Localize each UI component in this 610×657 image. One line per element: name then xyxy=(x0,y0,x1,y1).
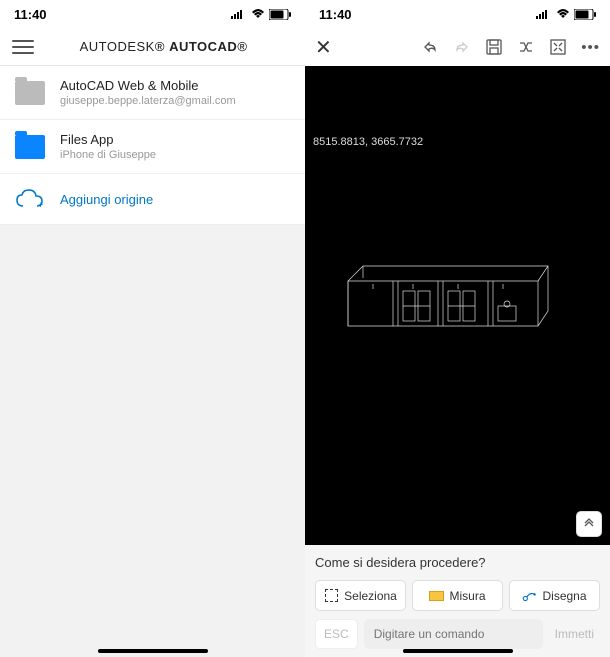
draw-label: Disegna xyxy=(542,589,586,603)
screen-file-browser: 11:40 AUTODESK® AUTOCAD® AutoCAD Web & M… xyxy=(0,0,305,657)
svg-text:+: + xyxy=(38,200,43,210)
status-bar: 11:40 xyxy=(305,0,610,28)
redo-icon[interactable] xyxy=(453,38,471,56)
status-time: 11:40 xyxy=(14,7,47,22)
command-panel: Come si desidera procedere? Seleziona Mi… xyxy=(305,545,610,657)
draw-icon xyxy=(522,588,537,603)
brand-autodesk: AUTODESK xyxy=(80,39,155,54)
list-item-autocad-web[interactable]: AutoCAD Web & Mobile giuseppe.beppe.late… xyxy=(0,66,305,120)
signal-icon xyxy=(536,9,552,19)
folder-icon xyxy=(14,134,46,160)
list-item-files-app[interactable]: Files App iPhone di Giuseppe xyxy=(0,120,305,174)
folder-icon xyxy=(14,80,46,106)
measure-button[interactable]: Misura xyxy=(412,580,503,611)
shuffle-icon[interactable] xyxy=(517,38,535,56)
status-time: 11:40 xyxy=(319,7,352,22)
status-bar: 11:40 xyxy=(0,0,305,28)
cloud-add-icon: + xyxy=(14,186,46,212)
command-input[interactable] xyxy=(364,619,543,649)
item-subtitle: iPhone di Giuseppe xyxy=(60,149,156,161)
item-title: Files App xyxy=(60,132,156,147)
select-label: Seleziona xyxy=(344,589,397,603)
more-icon[interactable]: ••• xyxy=(581,39,600,56)
item-subtitle: giuseppe.beppe.laterza@gmail.com xyxy=(60,95,236,107)
select-button[interactable]: Seleziona xyxy=(315,580,406,611)
cad-wireframe xyxy=(343,256,553,346)
battery-icon xyxy=(269,9,291,20)
command-row: ESC Immetti xyxy=(315,619,600,649)
measure-label: Misura xyxy=(449,589,485,603)
battery-icon xyxy=(574,9,596,20)
undo-icon[interactable] xyxy=(421,38,439,56)
prompt-text: Come si desidera procedere? xyxy=(315,555,600,570)
wifi-icon xyxy=(251,9,265,19)
status-icons xyxy=(536,9,596,20)
add-origin-button[interactable]: + Aggiungi origine xyxy=(0,174,305,225)
esc-button[interactable]: ESC xyxy=(315,619,358,649)
editor-toolbar: ✕ ••• xyxy=(305,28,610,66)
expand-panel-button[interactable] xyxy=(576,511,602,537)
select-icon xyxy=(324,588,339,603)
wifi-icon xyxy=(556,9,570,19)
ruler-icon xyxy=(429,588,444,603)
drawing-canvas[interactable]: 8515.8813, 3665.7732 xyxy=(305,66,610,545)
submit-button[interactable]: Immetti xyxy=(549,620,600,648)
fullscreen-icon[interactable] xyxy=(549,38,567,56)
brand-title: AUTODESK® AUTOCAD® xyxy=(34,39,293,54)
save-icon[interactable] xyxy=(485,38,503,56)
status-icons xyxy=(231,9,291,20)
app-header: AUTODESK® AUTOCAD® xyxy=(0,28,305,66)
close-icon[interactable]: ✕ xyxy=(315,35,332,60)
item-title: AutoCAD Web & Mobile xyxy=(60,78,236,93)
brand-autocad: AUTOCAD xyxy=(169,39,237,54)
home-indicator xyxy=(98,649,208,653)
signal-icon xyxy=(231,9,247,19)
screen-drawing-editor: 11:40 ✕ ••• 8515.8813, 3665.7732 xyxy=(305,0,610,657)
tool-row: Seleziona Misura Disegna xyxy=(315,580,600,611)
menu-icon[interactable] xyxy=(12,40,34,54)
home-indicator xyxy=(403,649,513,653)
draw-button[interactable]: Disegna xyxy=(509,580,600,611)
storage-list: AutoCAD Web & Mobile giuseppe.beppe.late… xyxy=(0,66,305,225)
coordinates-readout: 8515.8813, 3665.7732 xyxy=(313,136,423,148)
add-origin-label: Aggiungi origine xyxy=(60,192,153,207)
